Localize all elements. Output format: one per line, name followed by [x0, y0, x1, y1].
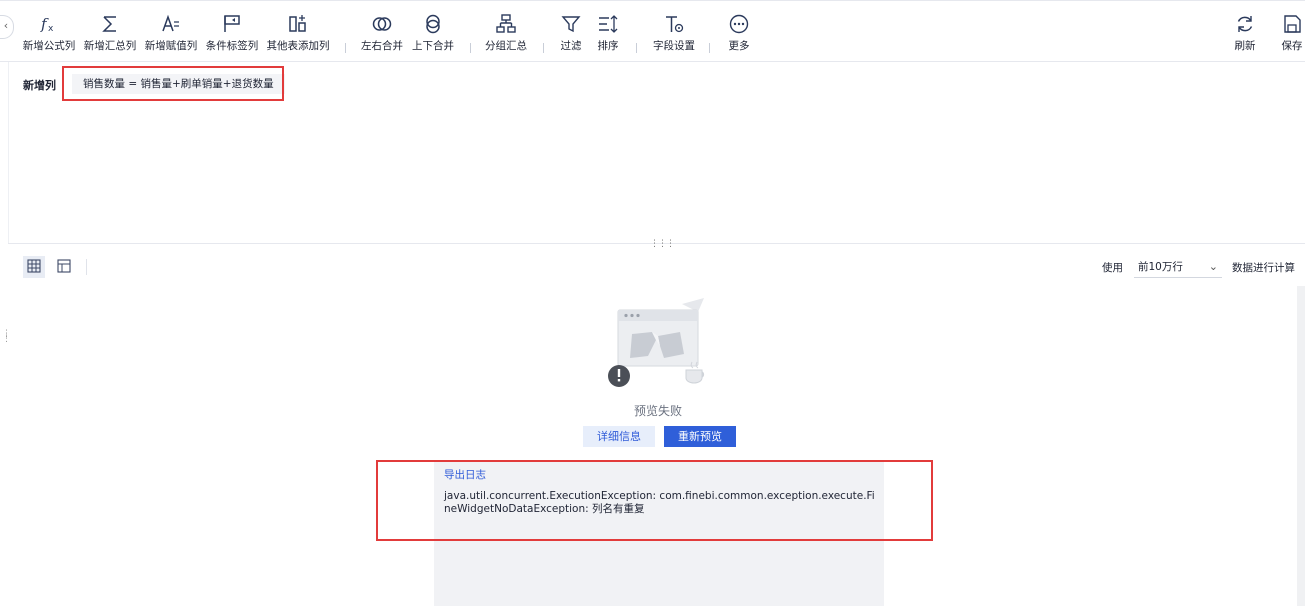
view-separator	[86, 259, 87, 275]
group-summary-button[interactable]: 分组汇总	[482, 13, 530, 53]
add-formula-column-button[interactable]: fx 新增公式列	[22, 13, 76, 53]
filter-button[interactable]: 过滤	[557, 13, 585, 53]
flag-icon	[204, 13, 260, 35]
highlight-box-formula	[62, 66, 284, 101]
toolbar: ‹ fx 新增公式列 新增汇总列 新增赋值列 条件标签列 其他表添加列 左右合并…	[0, 0, 1305, 62]
side-resize-handle-icon[interactable]: ⋮ ⋮	[2, 330, 11, 344]
add-column-icon	[265, 13, 331, 35]
more-button[interactable]: 更多	[725, 13, 753, 53]
toolbar-separator	[709, 43, 710, 53]
assign-icon	[143, 13, 199, 35]
preview-failed-text: 预览失败	[634, 404, 683, 418]
chevron-down-icon: ⌄	[1208, 260, 1218, 273]
merge-left-right-button[interactable]: 左右合并	[359, 13, 405, 53]
group-icon	[482, 13, 530, 35]
layout-view-button[interactable]	[53, 256, 75, 278]
add-summary-column-button[interactable]: 新增汇总列	[82, 13, 138, 53]
vertical-scrollbar[interactable]	[1297, 286, 1305, 606]
filter-icon	[557, 13, 585, 35]
svg-text:x: x	[48, 24, 54, 34]
add-assign-column-button[interactable]: 新增赋值列	[143, 13, 199, 53]
condition-tag-column-button[interactable]: 条件标签列	[204, 13, 260, 53]
merge-vertical-icon	[410, 13, 456, 35]
sort-icon	[594, 13, 622, 35]
table-view-button[interactable]	[23, 256, 45, 278]
row-limit-select[interactable]: 前10万行 ⌄	[1134, 256, 1222, 278]
merge-horizontal-icon	[359, 13, 405, 35]
field-settings-button[interactable]: 字段设置	[650, 13, 698, 53]
merge-top-bottom-button[interactable]: 上下合并	[410, 13, 456, 53]
calc-label: 数据进行计算	[1232, 262, 1295, 274]
save-icon	[1279, 13, 1305, 35]
toolbar-separator	[636, 43, 637, 53]
add-column-from-other-table-button[interactable]: 其他表添加列	[265, 13, 331, 53]
field-settings-icon	[650, 13, 698, 35]
more-icon	[725, 13, 753, 35]
formula-panel-title: 新增列	[23, 79, 56, 92]
refresh-button[interactable]: 刷新	[1232, 13, 1258, 53]
row-limit-value: 前10万行	[1138, 261, 1183, 273]
layout-icon	[57, 258, 71, 277]
detail-info-button[interactable]: 详细信息	[583, 426, 655, 447]
collapse-panel-button[interactable]: ‹	[0, 15, 14, 39]
preview-failed-illustration	[604, 296, 714, 395]
toolbar-separator	[470, 43, 471, 53]
toolbar-separator	[543, 43, 544, 53]
grid-icon	[27, 258, 41, 277]
save-button[interactable]: 保存	[1279, 13, 1305, 53]
sort-button[interactable]: 排序	[594, 13, 622, 53]
toolbar-separator	[345, 43, 346, 53]
refresh-icon	[1232, 13, 1258, 35]
sigma-icon	[82, 13, 138, 35]
use-label: 使用	[1102, 262, 1123, 274]
highlight-box-error	[376, 460, 933, 541]
formula-icon: fx	[22, 13, 76, 35]
retry-preview-button[interactable]: 重新预览	[664, 426, 736, 447]
resize-handle-icon[interactable]: ⋮⋮⋮	[650, 239, 675, 249]
